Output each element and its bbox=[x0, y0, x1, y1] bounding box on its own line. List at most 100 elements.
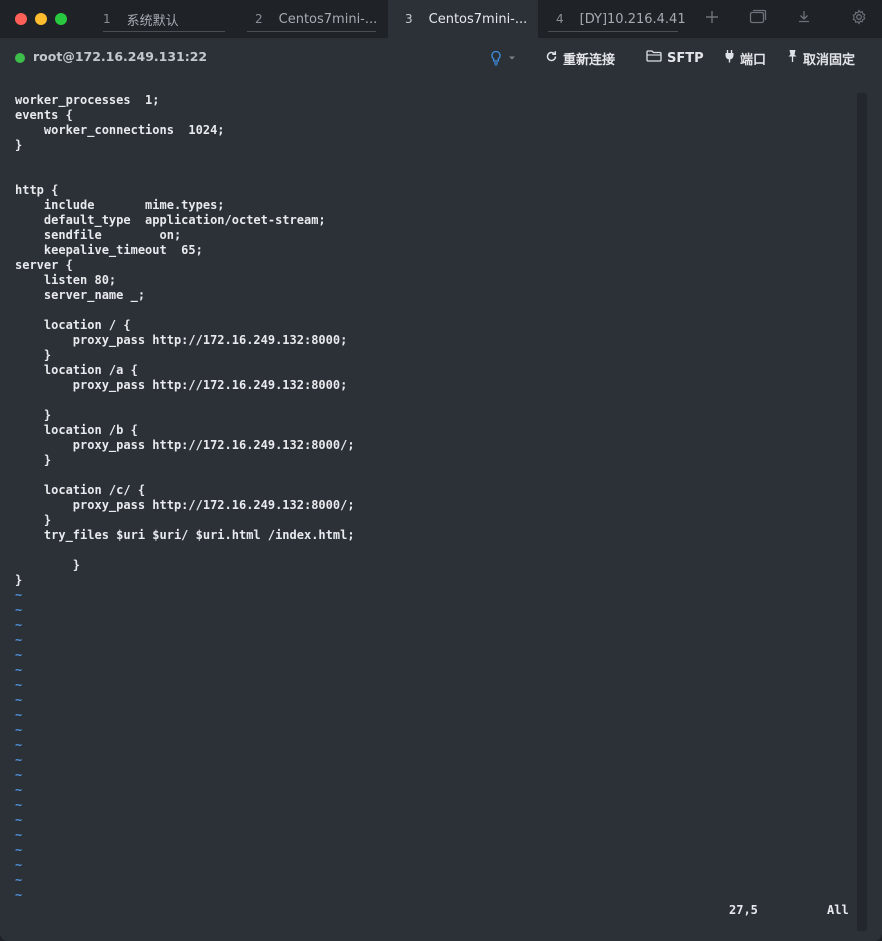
window-icon[interactable] bbox=[748, 9, 768, 29]
buffer-line: proxy_pass http://172.16.249.132:8000/; bbox=[15, 438, 355, 452]
tilde-line: ~ bbox=[15, 798, 23, 812]
tilde-line: ~ bbox=[15, 873, 23, 887]
scroll-status: All bbox=[827, 903, 849, 917]
tilde-line: ~ bbox=[15, 648, 23, 662]
vim-empty-lines: ~ ~ ~ ~ ~ ~ ~ ~ ~ ~ ~ ~ ~ ~ ~ ~ ~ ~ ~ ~ ~ bbox=[15, 588, 22, 903]
minimize-window-button[interactable] bbox=[35, 13, 47, 25]
tilde-line: ~ bbox=[15, 603, 23, 617]
tab-divider bbox=[247, 31, 376, 32]
tilde-line: ~ bbox=[15, 813, 23, 827]
terminal-scrollbar[interactable] bbox=[857, 93, 867, 931]
tilde-line: ~ bbox=[15, 678, 23, 692]
buffer-line: listen 80; bbox=[15, 273, 117, 287]
buffer-line: default_type application/octet-stream; bbox=[15, 213, 326, 227]
terminal-viewport[interactable]: worker_processes 1; events { worker_conne… bbox=[0, 78, 870, 941]
buffer-line: } bbox=[15, 348, 52, 362]
vim-buffer[interactable]: worker_processes 1; events { worker_conne… bbox=[15, 93, 355, 588]
tab-3[interactable]: 3 Centos7mini-... bbox=[388, 0, 538, 38]
tab-bar: 1 系统默认 2 Centos7mini-... 3 Centos7mini-.… bbox=[0, 0, 882, 39]
plug-icon bbox=[724, 49, 735, 67]
buffer-line: } bbox=[15, 138, 23, 152]
close-window-button[interactable] bbox=[15, 13, 27, 25]
buffer-line: include mime.types; bbox=[15, 198, 225, 212]
lightbulb-icon bbox=[491, 50, 501, 66]
buffer-line bbox=[15, 153, 355, 168]
buffer-line: } bbox=[15, 558, 81, 572]
buffer-line: proxy_pass http://172.16.249.132:8000/; bbox=[15, 498, 355, 512]
tilde-line: ~ bbox=[15, 783, 23, 797]
chevron-down-icon bbox=[509, 56, 515, 60]
tilde-line: ~ bbox=[15, 888, 23, 902]
refresh-icon bbox=[545, 50, 558, 67]
tab-label: Centos7mini-... bbox=[428, 11, 528, 27]
tilde-line: ~ bbox=[15, 843, 23, 857]
buffer-line: server { bbox=[15, 258, 73, 272]
buffer-line: location /b { bbox=[15, 423, 138, 437]
reconnect-button[interactable]: 重新连接 bbox=[545, 48, 615, 68]
tab-2[interactable]: 2 Centos7mini-... bbox=[239, 0, 387, 38]
reconnect-label: 重新连接 bbox=[563, 52, 616, 68]
buffer-line: http { bbox=[15, 183, 59, 197]
tilde-line: ~ bbox=[15, 723, 23, 737]
tilde-line: ~ bbox=[15, 663, 23, 677]
terminal-window: 1 系统默认 2 Centos7mini-... 3 Centos7mini-.… bbox=[0, 0, 882, 941]
download-icon[interactable] bbox=[794, 9, 814, 29]
sftp-button[interactable]: SFTP bbox=[646, 48, 704, 68]
cursor-position: 27,5 bbox=[729, 903, 758, 917]
tilde-line: ~ bbox=[15, 738, 23, 752]
tab-divider bbox=[103, 31, 225, 32]
session-toolbar: root@172.16.249.131:22 重新连接 SFTP 端口 取消固定 bbox=[0, 38, 882, 78]
tilde-line: ~ bbox=[15, 588, 23, 602]
buffer-line: } bbox=[15, 573, 23, 587]
plus-icon[interactable] bbox=[702, 9, 722, 29]
buffer-line: location /a { bbox=[15, 363, 138, 377]
unpin-button[interactable]: 取消固定 bbox=[787, 48, 855, 68]
port-button[interactable]: 端口 bbox=[724, 48, 766, 68]
tab-4[interactable]: 4 [DY]10.216.4.41 bbox=[538, 0, 688, 38]
buffer-line: events { bbox=[15, 108, 73, 122]
tilde-line: ~ bbox=[15, 708, 23, 722]
buffer-line bbox=[15, 168, 355, 183]
tilde-line: ~ bbox=[15, 618, 23, 632]
tilde-line: ~ bbox=[15, 828, 23, 842]
buffer-line: server_name _; bbox=[15, 288, 146, 302]
tab-label: 系统默认 bbox=[126, 13, 179, 29]
connection-host: root@172.16.249.131:22 bbox=[33, 49, 208, 64]
sftp-label: SFTP bbox=[667, 50, 704, 66]
tilde-line: ~ bbox=[15, 768, 23, 782]
buffer-line: try_files $uri $uri/ $uri.html /index.ht… bbox=[15, 528, 355, 542]
buffer-line bbox=[15, 543, 355, 558]
buffer-line: sendfile on; bbox=[15, 228, 182, 242]
buffer-line: proxy_pass http://172.16.249.132:8000; bbox=[15, 333, 348, 347]
tab-number: 1 bbox=[103, 12, 111, 26]
buffer-line: keepalive_timeout 65; bbox=[15, 243, 203, 257]
tab-label: Centos7mini-... bbox=[278, 11, 378, 27]
buffer-line: } bbox=[15, 408, 52, 422]
tilde-line: ~ bbox=[15, 633, 23, 647]
pin-icon bbox=[787, 49, 798, 67]
buffer-line bbox=[15, 468, 355, 483]
buffer-line: } bbox=[15, 513, 52, 527]
buffer-line: location / { bbox=[15, 318, 131, 332]
folder-icon bbox=[646, 50, 662, 66]
tilde-line: ~ bbox=[15, 753, 23, 767]
tab-number: 4 bbox=[556, 12, 564, 26]
connection-status-dot bbox=[15, 53, 25, 63]
tab-label: [DY]10.216.4.41 bbox=[579, 11, 686, 27]
zoom-window-button[interactable] bbox=[55, 13, 67, 25]
unpin-label: 取消固定 bbox=[803, 52, 856, 68]
hint-lightbulb-button[interactable] bbox=[490, 48, 517, 68]
gear-icon[interactable] bbox=[849, 9, 869, 29]
buffer-line: } bbox=[15, 453, 52, 467]
tilde-line: ~ bbox=[15, 858, 23, 872]
tab-divider bbox=[548, 31, 678, 32]
port-label: 端口 bbox=[740, 52, 767, 68]
buffer-line: proxy_pass http://172.16.249.132:8000; bbox=[15, 378, 348, 392]
buffer-line: worker_processes 1; bbox=[15, 93, 160, 107]
buffer-line bbox=[15, 393, 355, 408]
tab-number: 3 bbox=[405, 12, 413, 26]
buffer-line bbox=[15, 303, 355, 318]
buffer-line: location /c/ { bbox=[15, 483, 146, 497]
tab-1[interactable]: 1 系统默认 bbox=[87, 0, 239, 38]
buffer-line: worker_connections 1024; bbox=[15, 123, 225, 137]
